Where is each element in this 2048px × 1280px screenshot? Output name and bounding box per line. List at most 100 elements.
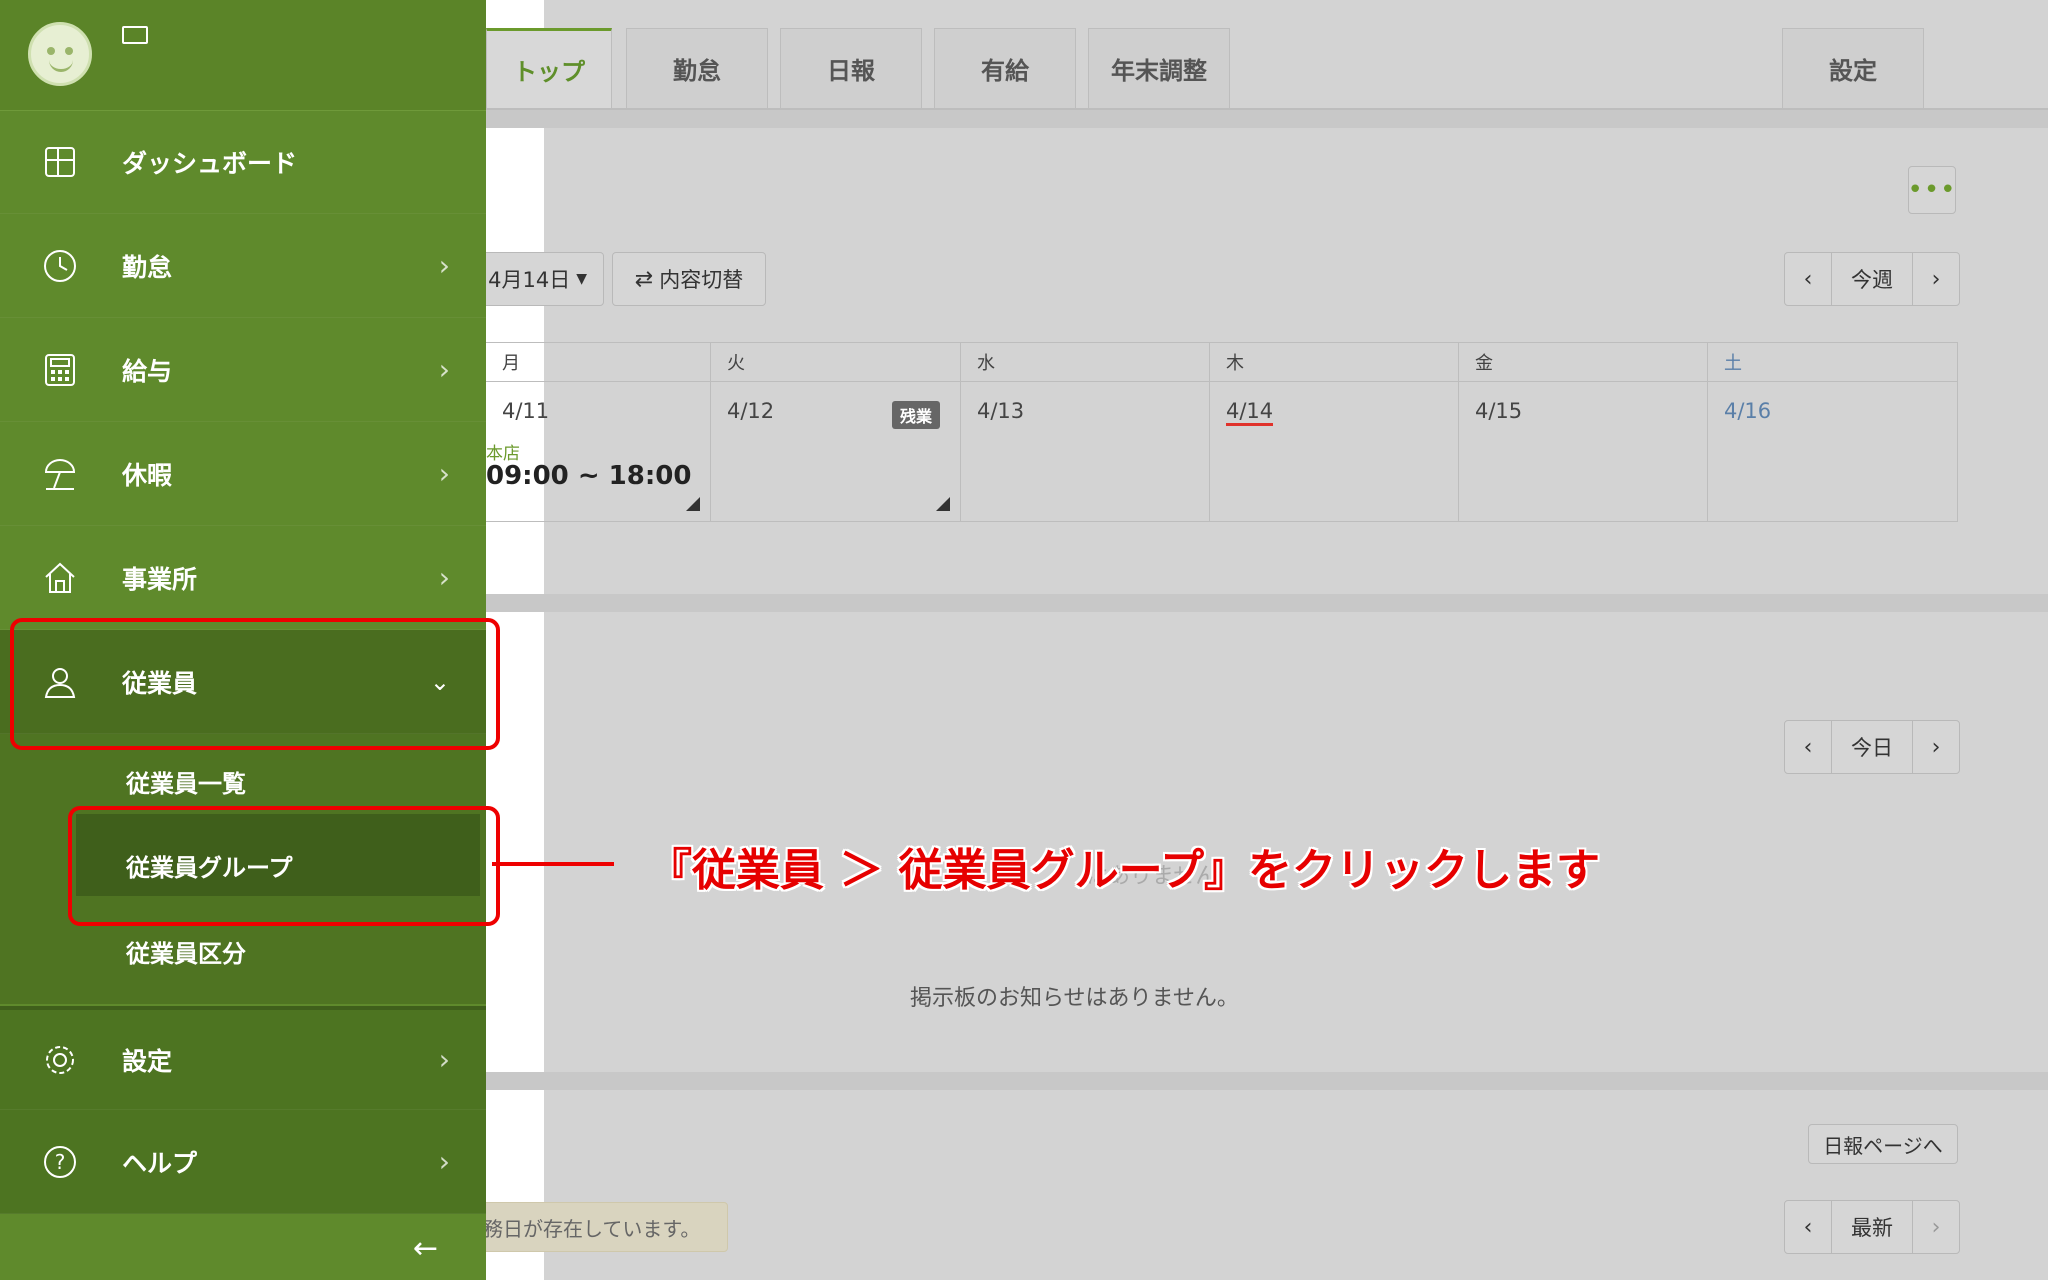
- avatar-eye: [47, 47, 55, 55]
- chevron-left-icon: ‹: [1803, 734, 1813, 760]
- gear-icon: [42, 1042, 78, 1078]
- sidebar-item-label: 給与: [122, 356, 173, 386]
- this-week-button[interactable]: 今週: [1831, 253, 1913, 305]
- calendar-day-sat[interactable]: 土 4/16: [1707, 343, 1958, 521]
- submenu-employee-category[interactable]: 従業員区分: [126, 934, 246, 969]
- sidebar-item-label: 事業所: [122, 564, 198, 594]
- swap-arrows-icon: ⇄: [634, 266, 654, 292]
- callout-line: [492, 862, 614, 866]
- date-picker-dropdown[interactable]: 4月14日 ▼: [470, 252, 604, 306]
- day-header: 水: [961, 343, 1209, 382]
- section-divider: [486, 594, 2048, 612]
- sidebar-item-label: ヘルプ: [122, 1148, 198, 1178]
- sidebar-item-attendance[interactable]: 勤怠 ›: [0, 214, 486, 318]
- home-icon: [42, 560, 78, 596]
- sidebar-item-label: 設定: [122, 1046, 173, 1076]
- prev-week-button[interactable]: ‹: [1785, 253, 1831, 305]
- prev-report-button[interactable]: ‹: [1785, 1201, 1831, 1253]
- prev-day-button[interactable]: ‹: [1785, 721, 1831, 773]
- chevron-right-icon: ›: [438, 353, 450, 386]
- chevron-right-icon: ›: [438, 561, 450, 594]
- tab-settings[interactable]: 設定: [1782, 28, 1924, 108]
- week-calendar: 月 4/11 本店 09:00 ~ 18:00 火 4/12 残業 水 4/13…: [486, 342, 1958, 522]
- report-notice-text: 務日が存在しています。: [483, 1216, 701, 1241]
- sidebar-item-dashboard[interactable]: ダッシュボード: [0, 110, 486, 214]
- switch-content-label: 内容切替: [659, 268, 744, 292]
- sidebar-item-label: ダッシュボード: [122, 148, 298, 178]
- help-icon: ?: [42, 1144, 78, 1180]
- sidebar-item-office[interactable]: 事業所 ›: [0, 526, 486, 630]
- sidebar-item-help[interactable]: ? ヘルプ ›: [0, 1110, 486, 1214]
- board-nav: ‹ 今日 ›: [1784, 720, 1960, 774]
- sidebar-item-label: 勤怠: [122, 252, 173, 282]
- section-divider: [486, 110, 2048, 128]
- day-header: 金: [1459, 343, 1707, 382]
- sidebar-item-leave[interactable]: 休暇 ›: [0, 422, 486, 526]
- chevron-right-icon: ›: [438, 1043, 450, 1076]
- tab-daily-report[interactable]: 日報: [780, 28, 922, 108]
- dashboard-icon: [42, 144, 78, 180]
- highlight-employees: [10, 618, 500, 750]
- shift-time: 09:00 ~ 18:00: [486, 461, 692, 491]
- tab-paid-leave[interactable]: 有給: [934, 28, 1076, 108]
- more-options-button[interactable]: •••: [1908, 166, 1956, 214]
- calculator-icon: [42, 352, 78, 388]
- beach-umbrella-icon: [42, 456, 78, 492]
- calendar-day-mon[interactable]: 月 4/11 本店 09:00 ~ 18:00: [486, 343, 710, 521]
- day-header: 土: [1708, 343, 1958, 382]
- svg-text:?: ?: [55, 1150, 66, 1174]
- corner-marker-icon: [936, 497, 950, 511]
- day-date: 4/11: [502, 399, 550, 423]
- calendar-day-fri[interactable]: 金 4/15: [1458, 343, 1707, 521]
- today-button[interactable]: 今日: [1831, 721, 1913, 773]
- report-nav: ‹ 最新 ›: [1784, 1200, 1960, 1254]
- switch-content-button[interactable]: ⇄ 内容切替: [612, 252, 766, 306]
- calendar-day-tue[interactable]: 火 4/12 残業: [710, 343, 960, 521]
- daily-report-page-link[interactable]: 日報ページへ: [1808, 1124, 1958, 1164]
- tab-attendance[interactable]: 勤怠: [626, 28, 768, 108]
- chevron-right-icon: ›: [1931, 1214, 1941, 1240]
- avatar[interactable]: [28, 22, 92, 86]
- calendar-day-thu[interactable]: 木 4/14: [1209, 343, 1458, 521]
- sidebar-item-settings[interactable]: 設定 ›: [0, 1006, 486, 1110]
- day-date: 4/16: [1724, 399, 1772, 423]
- caret-down-icon: ▼: [576, 271, 587, 287]
- day-date-today: 4/14: [1226, 399, 1274, 426]
- top-tab-bar: トップ 勤怠 日報 有給 年末調整 設定: [486, 0, 2048, 110]
- next-day-button[interactable]: ›: [1913, 721, 1959, 773]
- next-week-button[interactable]: ›: [1913, 253, 1959, 305]
- latest-report-button[interactable]: 最新: [1831, 1201, 1913, 1253]
- week-nav: ‹ 今週 ›: [1784, 252, 1960, 306]
- day-date: 4/13: [977, 399, 1025, 423]
- report-notice: 務日が存在しています。: [470, 1202, 728, 1252]
- chevron-left-icon: ‹: [1803, 1214, 1813, 1240]
- chevron-right-icon: ›: [438, 457, 450, 490]
- sidebar-item-label: 休暇: [122, 460, 173, 490]
- submenu-employee-list[interactable]: 従業員一覧: [126, 764, 246, 799]
- board-empty-message: 掲示板のお知らせはありません。: [910, 986, 1239, 1011]
- callout-text: 『従業員 ＞ 従業員グループ』をクリックします: [648, 845, 1600, 896]
- section-divider: [486, 1072, 2048, 1090]
- date-picker-label: 4月14日: [488, 268, 571, 292]
- sidebar-item-payroll[interactable]: 給与 ›: [0, 318, 486, 422]
- calendar-day-wed[interactable]: 水 4/13: [960, 343, 1209, 521]
- chevron-right-icon: ›: [438, 249, 450, 282]
- highlight-employee-group: [68, 806, 500, 926]
- avatar-eye: [65, 47, 73, 55]
- chevron-right-icon: ›: [438, 1145, 450, 1178]
- tab-top[interactable]: トップ: [486, 28, 612, 108]
- next-report-button[interactable]: ›: [1913, 1201, 1959, 1253]
- id-card-icon: [122, 26, 148, 44]
- tab-year-end[interactable]: 年末調整: [1088, 28, 1230, 108]
- chevron-right-icon: ›: [1931, 734, 1941, 760]
- chevron-right-icon: ›: [1931, 266, 1941, 292]
- overtime-badge: 残業: [891, 401, 940, 429]
- day-header: 木: [1210, 343, 1458, 382]
- day-header: 火: [711, 343, 960, 382]
- ellipsis-icon: •••: [1907, 175, 1957, 205]
- collapse-arrow-icon[interactable]: ←: [413, 1231, 438, 1266]
- page: トップ 勤怠 日報 有給 年末調整 設定 ••• 4月14日 ▼ ⇄ 内容切替 …: [0, 0, 2048, 1280]
- sidebar-header: [0, 0, 486, 111]
- chevron-left-icon: ‹: [1803, 266, 1813, 292]
- day-date: 4/12: [727, 399, 775, 423]
